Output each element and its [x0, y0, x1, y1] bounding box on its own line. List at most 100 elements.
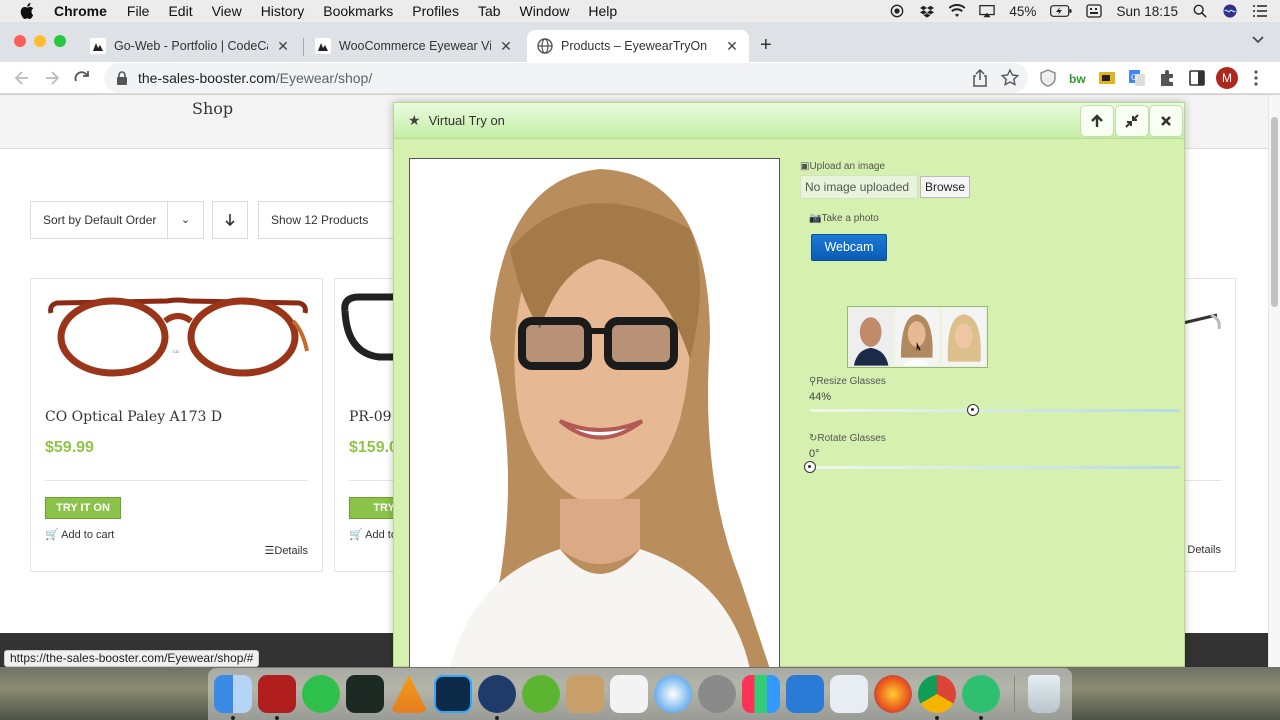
vlc-icon[interactable]	[390, 675, 428, 713]
resize-value: 44%	[809, 391, 832, 403]
lock-icon[interactable]	[116, 71, 128, 85]
product-image-round-glasses[interactable]: CO	[47, 291, 309, 381]
mac-app-icon[interactable]	[786, 675, 824, 713]
tab-codecanyon[interactable]: Go-Web - Portfolio | CodeCany ✕	[80, 30, 300, 62]
dialog-title: Virtual Try on	[428, 113, 505, 128]
details-link[interactable]: Details	[1187, 544, 1221, 556]
kebab-menu-icon[interactable]	[1246, 68, 1266, 88]
rotate-slider-handle[interactable]	[804, 461, 816, 473]
add-to-cart-link[interactable]: 🛒 Add to cart	[45, 528, 114, 541]
close-dialog-button[interactable]	[1149, 105, 1183, 137]
address-bar[interactable]: the-sales-booster.com/Eyewear/shop/	[104, 63, 1028, 93]
whatsapp-icon[interactable]	[302, 675, 340, 713]
bookmark-star-icon[interactable]	[1000, 68, 1020, 88]
bw-extension-icon[interactable]: bw	[1068, 68, 1088, 88]
atom-icon[interactable]	[962, 675, 1000, 713]
back-arrow-icon[interactable]	[12, 68, 32, 88]
model-thumbnail-woman-brown-hair[interactable]	[895, 308, 940, 366]
airplay-icon[interactable]	[979, 4, 996, 18]
profile-avatar[interactable]: M	[1216, 67, 1238, 89]
siri-icon[interactable]	[1222, 4, 1238, 18]
firefox-icon[interactable]	[874, 675, 912, 713]
tab-search-chevron-down-icon[interactable]	[1252, 36, 1264, 44]
minimize-dialog-button[interactable]	[1115, 105, 1149, 137]
sort-order-select[interactable]: Sort by Default Order ⌄	[30, 201, 204, 239]
folder-extension-icon[interactable]	[1097, 68, 1117, 88]
spotlight-search-icon[interactable]	[1192, 4, 1208, 18]
menu-history[interactable]: History	[261, 3, 305, 19]
safari-icon[interactable]	[654, 675, 692, 713]
keyboard-input-icon[interactable]	[1086, 4, 1103, 18]
product-name[interactable]: PR-09	[349, 409, 392, 425]
zoom-window-button[interactable]	[54, 35, 66, 47]
activity-monitor-icon[interactable]	[346, 675, 384, 713]
dropbox-icon[interactable]	[919, 4, 935, 18]
dialog-header[interactable]: ★ Virtual Try on	[394, 103, 1184, 139]
menu-view[interactable]: View	[212, 3, 242, 19]
filezilla-icon[interactable]	[258, 675, 296, 713]
rotate-glasses-slider[interactable]	[804, 461, 1180, 473]
resize-slider-handle[interactable]	[966, 404, 979, 416]
try-on-preview-photo[interactable]	[409, 158, 780, 668]
finder-icon[interactable]	[214, 675, 252, 713]
scrollbar-thumb[interactable]	[1271, 117, 1278, 307]
new-tab-plus-icon[interactable]: +	[760, 34, 772, 57]
menu-edit[interactable]: Edit	[168, 3, 192, 19]
preview-icon[interactable]	[830, 675, 868, 713]
tab-products-eyeweartryon[interactable]: Products – EyewearTryOn ✕	[527, 30, 749, 62]
menu-help[interactable]: Help	[588, 3, 617, 19]
resize-glasses-slider[interactable]	[810, 404, 1180, 416]
minimize-window-button[interactable]	[34, 35, 46, 47]
webcam-button[interactable]: Webcam	[811, 234, 887, 261]
google-translate-icon[interactable]: G	[1127, 68, 1147, 88]
browse-button[interactable]: Browse	[920, 176, 970, 198]
control-center-icon[interactable]	[1252, 4, 1268, 18]
try-it-on-button[interactable]: TRY IT ON	[45, 497, 121, 519]
forward-arrow-icon[interactable]	[42, 68, 62, 88]
system-preferences-icon[interactable]	[698, 675, 736, 713]
tab-separator	[303, 38, 304, 56]
menubar-clock[interactable]: Sun 18:15	[1116, 4, 1178, 19]
add-to-cart-link[interactable]: 🛒 Add to	[349, 528, 397, 541]
utorrent-icon[interactable]	[522, 675, 560, 713]
textedit-icon[interactable]	[610, 675, 648, 713]
photoshop-icon[interactable]	[434, 675, 472, 713]
page-scrollbar[interactable]	[1268, 95, 1280, 667]
products-per-page-select[interactable]: Show 12 Products	[258, 201, 408, 239]
menu-bookmarks[interactable]: Bookmarks	[323, 3, 393, 19]
shield-extension-icon[interactable]	[1038, 68, 1058, 88]
menu-file[interactable]: File	[127, 3, 150, 19]
menu-window[interactable]: Window	[520, 3, 570, 19]
tab-woocommerce-eyewear[interactable]: WooCommerce Eyewear Virtua ✕	[305, 30, 523, 62]
calculator-icon[interactable]	[566, 675, 604, 713]
wifi-icon[interactable]	[949, 4, 966, 18]
reload-icon[interactable]	[72, 68, 92, 88]
product-image-glasses[interactable]	[1181, 309, 1221, 339]
close-tab-icon[interactable]: ✕	[725, 38, 739, 55]
trash-icon[interactable]	[1028, 675, 1060, 713]
quicktime-icon[interactable]	[478, 675, 516, 713]
battery-charging-icon[interactable]	[1050, 4, 1072, 18]
model-thumbnail-man[interactable]	[849, 308, 894, 366]
extensions-puzzle-icon[interactable]	[1157, 68, 1177, 88]
menu-profiles[interactable]: Profiles	[412, 3, 459, 19]
product-image-black-glasses[interactable]	[339, 287, 399, 367]
close-tab-icon[interactable]: ✕	[499, 38, 513, 55]
chevron-down-icon[interactable]: ⌄	[167, 202, 203, 238]
sort-direction-button[interactable]	[212, 201, 248, 239]
share-icon[interactable]	[970, 68, 990, 88]
products-per-page-label: Show 12 Products	[271, 213, 369, 227]
close-window-button[interactable]	[14, 35, 26, 47]
close-tab-icon[interactable]: ✕	[276, 38, 290, 55]
chrome-icon[interactable]	[918, 675, 956, 713]
model-thumbnail-woman-blonde[interactable]	[941, 308, 986, 366]
product-name[interactable]: CO Optical Paley A173 D	[45, 409, 222, 425]
menu-app-name[interactable]: Chrome	[54, 3, 107, 19]
numbers-icon[interactable]	[742, 675, 780, 713]
move-up-button[interactable]	[1080, 105, 1114, 137]
side-panel-icon[interactable]	[1187, 68, 1207, 88]
menu-tab[interactable]: Tab	[478, 3, 501, 19]
record-icon[interactable]	[889, 4, 905, 18]
details-link[interactable]: ☰Details	[265, 544, 309, 557]
apple-logo-icon[interactable]	[20, 3, 34, 19]
